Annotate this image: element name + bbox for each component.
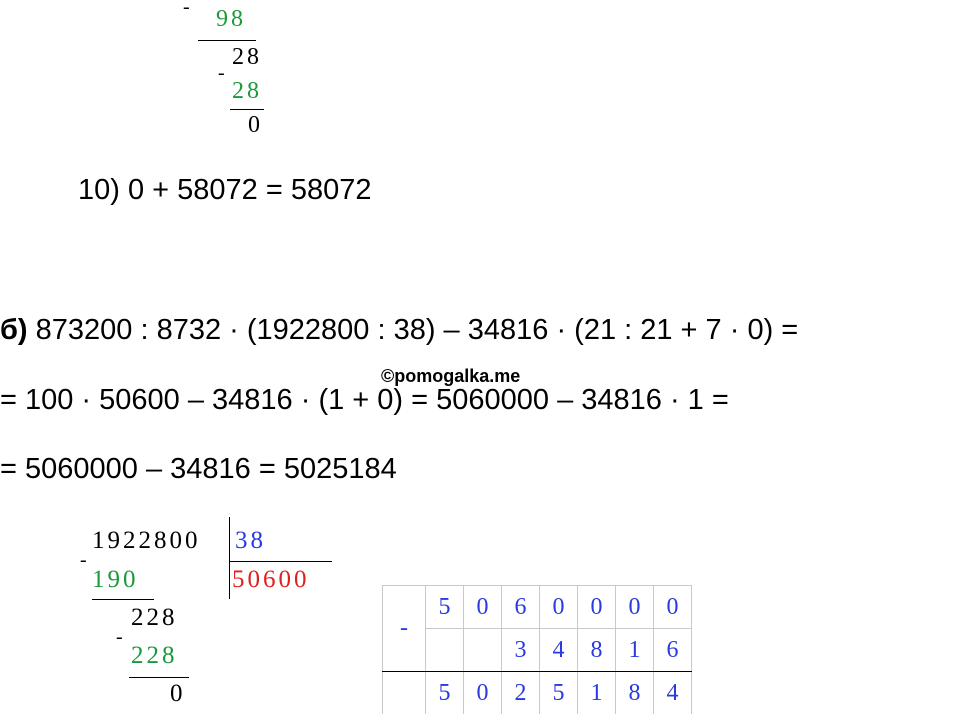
- division-line: [92, 599, 154, 600]
- table-cell: 1: [578, 672, 616, 714]
- part-b-line-2: = 100 · 50600 – 34816 · (1 + 0) = 506000…: [0, 384, 729, 417]
- table-cell: 3: [502, 629, 540, 672]
- remainder: 0: [248, 112, 260, 139]
- step-10-equation: 10) 0 + 58072 = 58072: [78, 174, 371, 207]
- division-line: [230, 109, 264, 110]
- column-subtraction-table: - 5 0 6 0 0 0 0 3 4 8 1 6 5 0 2 5 1 8 4: [382, 585, 692, 714]
- subtrahend: 98: [216, 6, 246, 33]
- table-cell: [426, 629, 464, 672]
- minus-sign: -: [183, 0, 190, 19]
- minus-sign: -: [218, 62, 225, 85]
- table-cell: 0: [464, 672, 502, 714]
- table-row: 5 0 2 5 1 8 4: [383, 672, 692, 714]
- table-cell: 6: [502, 586, 540, 629]
- remainder: 28: [232, 44, 262, 71]
- subtrahend: 228: [131, 642, 178, 670]
- division-line: [198, 40, 256, 41]
- remainder: 0: [170, 680, 183, 708]
- dividend: 1922800: [92, 527, 201, 555]
- subtrahend: 28: [232, 78, 262, 105]
- division-line: [129, 677, 189, 678]
- table-cell: 5: [426, 672, 464, 714]
- subtrahend: 190: [92, 566, 139, 594]
- table-cell: 6: [654, 629, 692, 672]
- table-cell: 1: [616, 629, 654, 672]
- minus-sign: -: [116, 626, 123, 649]
- table-cell: 0: [464, 586, 502, 629]
- remainder: 228: [131, 604, 178, 632]
- table-cell: 0: [540, 586, 578, 629]
- division-bar: [229, 517, 230, 599]
- table-cell: 4: [654, 672, 692, 714]
- minus-sign: -: [80, 549, 87, 572]
- table-cell: 4: [540, 629, 578, 672]
- table-cell: 8: [616, 672, 654, 714]
- part-b-line-1: б) 873200 : 8732 · (1922800 : 38) – 3481…: [0, 314, 798, 347]
- table-row: - 5 0 6 0 0 0 0: [383, 586, 692, 629]
- table-cell: [383, 672, 426, 714]
- table-cell: 0: [578, 586, 616, 629]
- table-cell: 5: [540, 672, 578, 714]
- quotient-line: [229, 561, 332, 562]
- table-cell: 5: [426, 586, 464, 629]
- minus-sign: -: [383, 586, 426, 672]
- table-cell: 2: [502, 672, 540, 714]
- part-b-line-3: = 5060000 – 34816 = 5025184: [0, 453, 397, 486]
- watermark: ©pomogalka.me: [381, 366, 520, 387]
- divisor: 38: [235, 527, 266, 555]
- table-row: 3 4 8 1 6: [383, 629, 692, 672]
- table-cell: [464, 629, 502, 672]
- table-cell: 0: [654, 586, 692, 629]
- quotient: 50600: [232, 566, 310, 594]
- table-cell: 8: [578, 629, 616, 672]
- part-b-label: б): [0, 314, 28, 346]
- table-cell: 0: [616, 586, 654, 629]
- part-b-expression: 873200 : 8732 · (1922800 : 38) – 34816 ·…: [28, 314, 799, 346]
